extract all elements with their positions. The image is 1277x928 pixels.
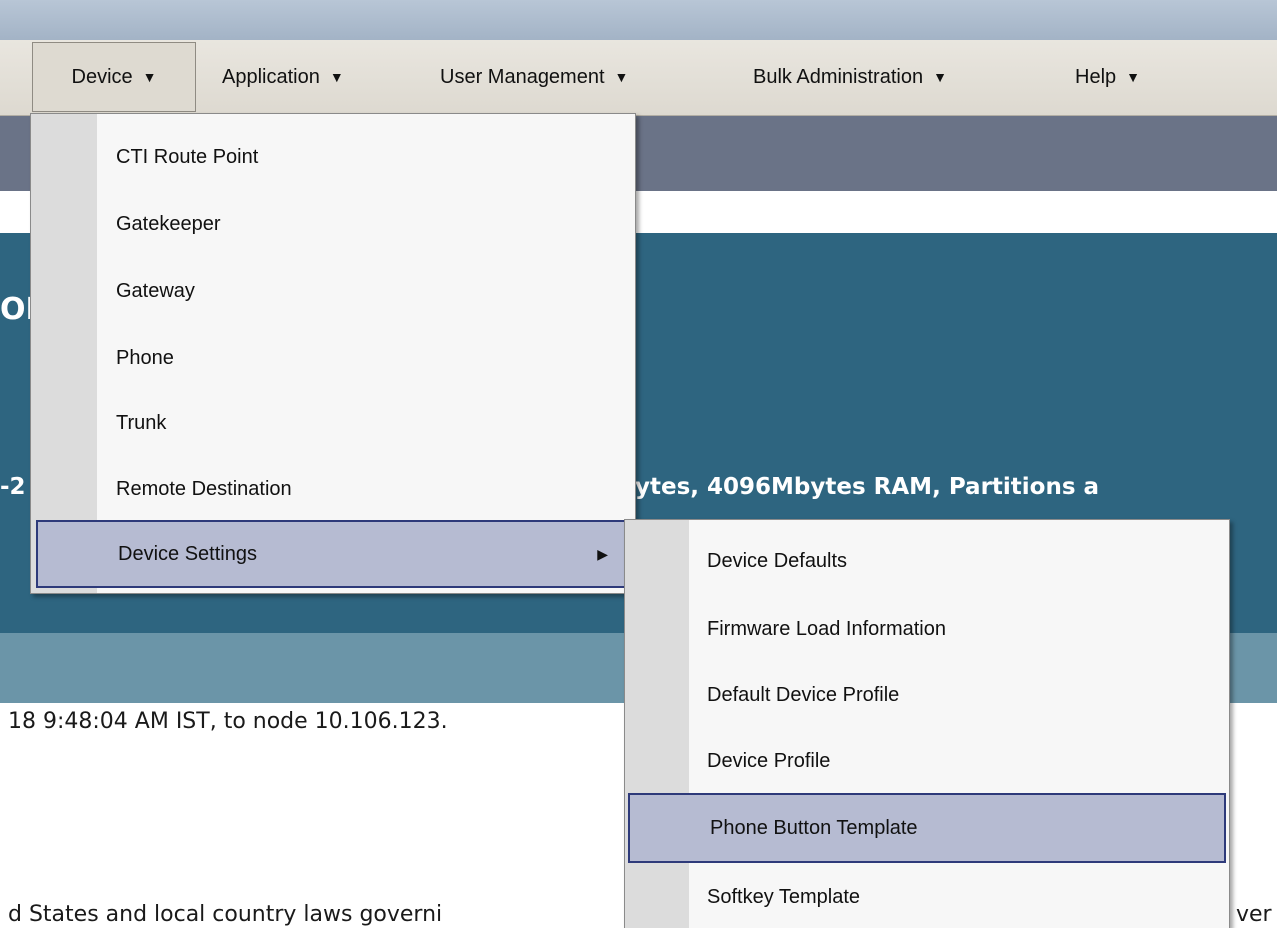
- menu-item-label: Default Device Profile: [707, 683, 900, 706]
- last-login-text: 18 9:48:04 AM IST, to node 10.106.123.: [8, 709, 448, 734]
- menu-item-label: Phone Button Template: [710, 816, 918, 839]
- menu-item-cti-route-point[interactable]: CTI Route Point: [31, 132, 635, 182]
- window-top-gradient: [0, 0, 1277, 41]
- menu-item-label: Trunk: [116, 411, 167, 434]
- menu-item-phone[interactable]: Phone: [31, 333, 635, 383]
- menu-help[interactable]: Help ▼: [1075, 42, 1140, 112]
- menu-item-phone-button-template[interactable]: Phone Button Template: [628, 793, 1226, 863]
- device-dropdown-menu: CTI Route Point Gatekeeper Gateway Phone…: [30, 113, 636, 594]
- menu-bulk-administration-label: Bulk Administration: [753, 65, 924, 88]
- menu-item-label: Gateway: [116, 279, 195, 302]
- menu-user-management-label: User Management: [440, 65, 605, 88]
- menu-item-gatekeeper[interactable]: Gatekeeper: [31, 199, 635, 249]
- menu-bulk-administration[interactable]: Bulk Administration ▼: [753, 42, 947, 112]
- legal-notice-text-right: ver: [1236, 902, 1272, 927]
- menu-item-label: Phone: [116, 346, 174, 369]
- chevron-down-icon: ▼: [329, 69, 344, 85]
- chevron-down-icon: ▼: [614, 69, 629, 85]
- legal-notice-text: d States and local country laws governi: [8, 902, 443, 927]
- menu-device[interactable]: Device ▼: [32, 42, 196, 112]
- chevron-down-icon: ▼: [142, 69, 157, 85]
- menu-item-firmware-load-information[interactable]: Firmware Load Information: [625, 604, 1229, 654]
- menu-item-label: Device Defaults: [707, 549, 848, 572]
- system-info-text: ytes, 4096Mbytes RAM, Partitions a: [635, 474, 1100, 500]
- menu-item-device-defaults[interactable]: Device Defaults: [625, 536, 1229, 586]
- menu-item-remote-destination[interactable]: Remote Destination: [31, 464, 635, 514]
- menu-item-label: Remote Destination: [116, 477, 292, 500]
- menu-help-label: Help: [1075, 65, 1117, 88]
- chevron-right-icon: ▶: [597, 545, 608, 562]
- menu-item-label: Firmware Load Information: [707, 617, 946, 640]
- menu-item-device-settings[interactable]: Device Settings ▶: [36, 520, 632, 588]
- menu-item-default-device-profile[interactable]: Default Device Profile: [625, 670, 1229, 720]
- menu-device-label: Device: [71, 65, 133, 88]
- menu-item-label: Softkey Template: [707, 885, 861, 908]
- device-settings-submenu: Device Defaults Firmware Load Informatio…: [624, 519, 1230, 928]
- menu-item-trunk[interactable]: Trunk: [31, 398, 635, 448]
- menu-user-management[interactable]: User Management ▼: [440, 42, 628, 112]
- menu-item-gateway[interactable]: Gateway: [31, 266, 635, 316]
- menu-item-softkey-template[interactable]: Softkey Template: [625, 872, 1229, 922]
- chevron-down-icon: ▼: [1126, 69, 1140, 85]
- version-fragment: -2: [0, 474, 26, 500]
- menu-item-label: CTI Route Point: [116, 145, 259, 168]
- menu-item-label: Gatekeeper: [116, 212, 221, 235]
- menu-item-label: Device Profile: [707, 749, 831, 772]
- chevron-down-icon: ▼: [933, 69, 947, 85]
- menu-application-label: Application: [222, 65, 320, 88]
- menu-application[interactable]: Application ▼: [222, 42, 344, 112]
- menu-item-label: Device Settings: [118, 542, 257, 565]
- menu-item-device-profile[interactable]: Device Profile: [625, 736, 1229, 786]
